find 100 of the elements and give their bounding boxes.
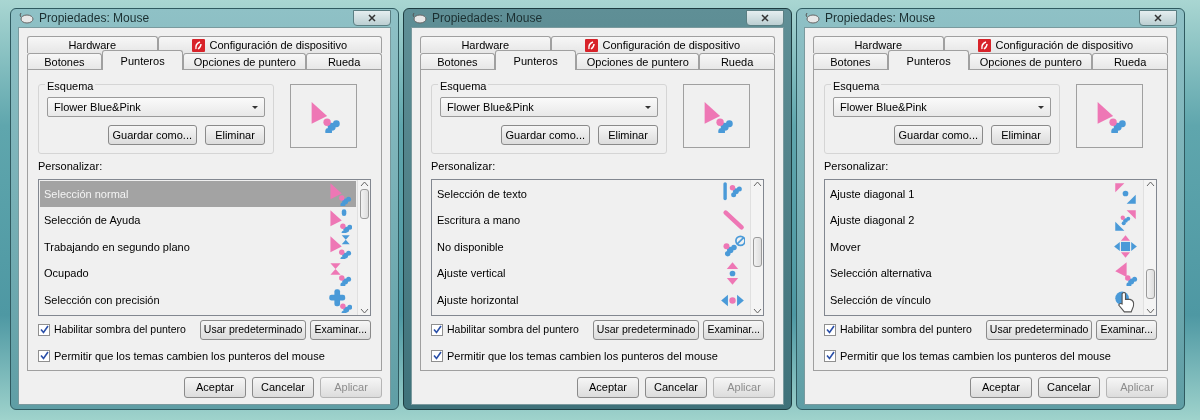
close-icon xyxy=(1154,14,1162,23)
push-button[interactable]: Eliminar xyxy=(991,125,1051,145)
push-button[interactable]: Guardar como... xyxy=(500,125,590,145)
scrollbar-track[interactable] xyxy=(750,179,763,315)
checkbox-label: Habilitar sombra del puntero xyxy=(447,321,579,337)
push-button[interactable]: Usar predeterminado xyxy=(592,319,700,340)
check-icon xyxy=(825,325,835,334)
tab[interactable]: Punteros xyxy=(887,50,970,70)
tab[interactable]: Configuración de dispositivo xyxy=(550,36,775,53)
tab[interactable]: Hardware xyxy=(813,36,944,53)
push-button[interactable]: Aceptar xyxy=(577,377,639,398)
scrollbar-track[interactable] xyxy=(357,179,370,315)
close-button[interactable] xyxy=(1139,10,1177,26)
list-item[interactable]: No disponible xyxy=(433,233,749,261)
scrollbar-track[interactable] xyxy=(1143,179,1156,315)
mouse-icon xyxy=(804,12,820,24)
push-button[interactable]: Usar predeterminado xyxy=(199,319,307,340)
tab[interactable]: Configuración de dispositivo xyxy=(157,36,382,53)
tab-label: Configuración de dispositivo xyxy=(209,37,348,53)
list-item[interactable]: Mover xyxy=(826,233,1142,261)
scroll-up-icon xyxy=(1145,179,1155,189)
scroll-up-icon xyxy=(359,179,369,189)
push-button[interactable]: Examinar... xyxy=(310,319,371,340)
move-cursor-icon xyxy=(1113,234,1138,260)
tab[interactable]: Hardware xyxy=(27,36,158,53)
list-item[interactable]: Selección con precisión xyxy=(40,286,356,314)
push-button[interactable]: Aceptar xyxy=(184,377,246,398)
caret-icon xyxy=(645,105,651,109)
list-item[interactable]: Selección de texto xyxy=(433,180,749,208)
push-button[interactable]: Cancelar xyxy=(252,377,314,398)
push-button[interactable]: Examinar... xyxy=(1096,319,1157,340)
item-label: Ajuste diagonal 2 xyxy=(830,213,915,229)
tab-label: Configuración de dispositivo xyxy=(602,37,741,53)
section-label: Personalizar: xyxy=(824,159,890,174)
push-button[interactable]: Eliminar xyxy=(598,125,658,145)
arrow-cursor-icon xyxy=(327,181,352,207)
checkbox[interactable] xyxy=(824,323,836,336)
checkbox-label: Habilitar sombra del puntero xyxy=(840,321,972,337)
tab[interactable]: Hardware xyxy=(420,36,551,53)
list-item[interactable]: Ajuste diagonal 1 xyxy=(826,180,1142,208)
checkbox[interactable] xyxy=(38,349,50,362)
push-button[interactable]: Aceptar xyxy=(970,377,1032,398)
list-item[interactable]: Ajuste horizontal xyxy=(433,286,749,314)
busy-arrow-cursor-icon xyxy=(327,234,352,260)
list-item[interactable]: Ajuste vertical xyxy=(433,260,749,287)
pen-cursor-icon xyxy=(720,207,745,233)
close-icon xyxy=(368,14,376,23)
push-button[interactable]: Cancelar xyxy=(645,377,707,398)
tab[interactable]: Punteros xyxy=(494,50,577,70)
scheme-dropdown[interactable]: Flower Blue&Pink xyxy=(833,97,1051,117)
item-label: Selección normal xyxy=(44,186,129,202)
scrollbar-thumb[interactable] xyxy=(1145,268,1155,299)
close-icon xyxy=(761,14,769,23)
push-button[interactable]: Cancelar xyxy=(1038,377,1100,398)
checkbox[interactable] xyxy=(38,323,50,336)
scrollbar-thumb[interactable] xyxy=(359,188,369,219)
item-label: Mover xyxy=(830,239,861,255)
check-icon xyxy=(825,351,835,361)
scroll-up-icon xyxy=(752,179,762,189)
push-button[interactable]: Guardar como... xyxy=(893,125,983,145)
push-button[interactable]: Guardar como... xyxy=(107,125,197,145)
tab[interactable]: Punteros xyxy=(101,50,184,70)
checkbox[interactable] xyxy=(431,349,443,362)
caret-icon xyxy=(1038,105,1044,109)
diagonal-resize-icon xyxy=(1113,181,1138,207)
push-button[interactable]: Usar predeterminado xyxy=(985,319,1093,340)
list-item[interactable]: Selección de Ayuda xyxy=(40,207,356,234)
section-label: Personalizar: xyxy=(38,159,104,174)
item-label: Selección de vínculo xyxy=(830,292,931,308)
check-icon xyxy=(39,351,49,361)
close-button[interactable] xyxy=(746,10,784,26)
tab[interactable]: Configuración de dispositivo xyxy=(943,36,1168,53)
alternate-arrow-cursor-icon xyxy=(1113,261,1138,287)
close-button[interactable] xyxy=(353,10,391,26)
list-item[interactable]: Ocupado xyxy=(40,260,356,287)
device-settings-icon xyxy=(978,38,992,52)
list-item[interactable]: Selección de vínculo xyxy=(826,286,1142,314)
window-title: Propiedades: Mouse xyxy=(39,10,150,27)
caret-icon xyxy=(252,105,258,109)
push-button[interactable]: Eliminar xyxy=(205,125,265,145)
mouse-icon xyxy=(18,12,34,24)
list-item[interactable]: Ajuste diagonal 2 xyxy=(826,207,1142,234)
checkbox-label: Habilitar sombra del puntero xyxy=(54,321,186,337)
checkbox[interactable] xyxy=(824,349,836,362)
list-item[interactable]: Selección alternativa xyxy=(826,260,1142,287)
window-title: Propiedades: Mouse xyxy=(432,10,543,27)
item-label: Ajuste horizontal xyxy=(437,292,519,308)
checkbox-label: Permitir que los temas cambien los punteros del mouse xyxy=(54,348,325,364)
scrollbar-thumb[interactable] xyxy=(752,236,762,267)
list-item[interactable]: Escritura a mano xyxy=(433,207,749,234)
push-button[interactable]: Examinar... xyxy=(703,319,764,340)
help-cursor-icon xyxy=(327,207,352,233)
diagonal-resize-icon xyxy=(1113,207,1138,233)
check-icon xyxy=(432,325,442,334)
list-item[interactable]: Trabajando en segundo plano xyxy=(40,233,356,261)
device-settings-icon xyxy=(192,38,206,52)
scheme-dropdown[interactable]: Flower Blue&Pink xyxy=(47,97,265,117)
scheme-dropdown[interactable]: Flower Blue&Pink xyxy=(440,97,658,117)
checkbox[interactable] xyxy=(431,323,443,336)
cross-cursor-icon xyxy=(327,287,352,313)
